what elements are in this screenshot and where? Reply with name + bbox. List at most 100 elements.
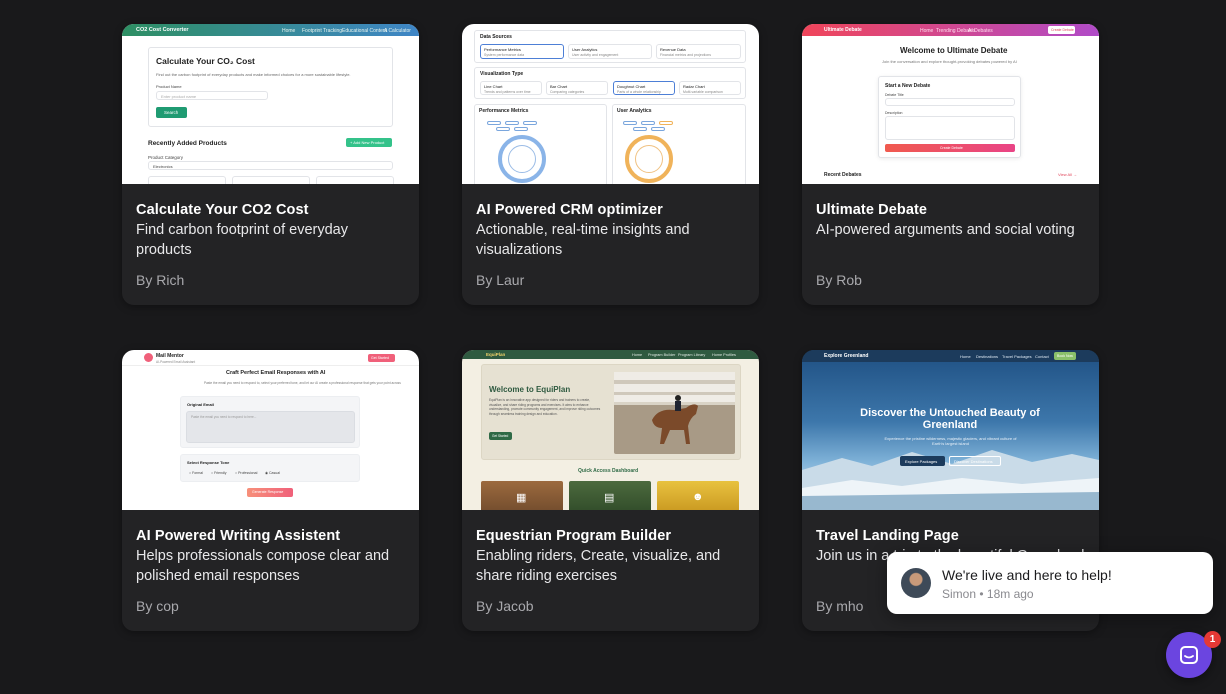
thumb-heading: Welcome to Ultimate Debate bbox=[900, 46, 1008, 55]
card-author: By mho bbox=[816, 598, 864, 614]
thumb-option-sub: System performance data bbox=[484, 53, 525, 57]
thumb-heading: Craft Perfect Email Responses with AI bbox=[226, 370, 326, 376]
thumb-subtext: Experience the pristine wilderness, maje… bbox=[884, 436, 1017, 446]
card-description: Find carbon footprint of everyday produc… bbox=[136, 222, 348, 258]
thumb-button-label: + Add New Product bbox=[350, 140, 385, 145]
thumb-section-title: Data Sources bbox=[480, 34, 512, 40]
thumb-subtext: Paste the email you need to respond to, … bbox=[204, 381, 401, 385]
thumb-button-label: Search bbox=[164, 110, 179, 115]
thumb-panel-title: Performance Metrics bbox=[479, 108, 529, 114]
thumb-viz-option: Bar Chart Comparing categories bbox=[546, 81, 608, 95]
thumb-nav-link: Program Library bbox=[678, 352, 706, 357]
thumb-product-card bbox=[316, 176, 394, 184]
card-title: Ultimate Debate bbox=[816, 202, 928, 218]
thumb-primary-button: Explore Packages bbox=[900, 456, 945, 466]
project-card-equiplan[interactable]: EquiPlan Home Program Builder Program Li… bbox=[462, 350, 759, 631]
thumb-nav-link: Home bbox=[282, 27, 296, 34]
project-card-debate[interactable]: Ultimate Debate Home Trending Debates AI… bbox=[802, 24, 1099, 305]
thumb-field-label: Original Email bbox=[187, 402, 214, 407]
thumb-nav-link: Home bbox=[960, 353, 971, 359]
thumb-select: Electronics bbox=[148, 161, 393, 170]
thumb-dashboard-tile: ☻ bbox=[657, 481, 739, 510]
thumb-option-name: Performance Metrics bbox=[484, 47, 521, 52]
thumb-field-label: Select Response Tone bbox=[187, 460, 230, 465]
project-thumbnail: Explore Greenland Home Destinations Trav… bbox=[802, 350, 1099, 510]
thumb-option-sub: Financial metrics and projections bbox=[660, 53, 711, 57]
project-thumbnail: CO2 Cost Converter Home Footprint Tracki… bbox=[122, 24, 419, 184]
book-icon: ▤ bbox=[604, 492, 615, 504]
thumb-tone-option: ○ Formal bbox=[189, 471, 203, 475]
thumb-brand: Mail Mentor bbox=[156, 353, 184, 359]
thumb-secondary-button: Discover Destinations bbox=[949, 456, 1001, 466]
thumb-placeholder: Paste the email you need to respond to h… bbox=[191, 415, 257, 419]
card-title: Travel Landing Page bbox=[816, 528, 959, 544]
project-card-co2[interactable]: CO2 Cost Converter Home Footprint Tracki… bbox=[122, 24, 419, 305]
thumb-option-sub: Multi-variable comparison bbox=[683, 90, 723, 94]
thumb-nav-button: Create Debate bbox=[1048, 26, 1075, 34]
thumb-tone-option: ○ Friendly bbox=[211, 471, 227, 475]
card-title: Calculate Your CO2 Cost bbox=[136, 202, 309, 218]
thumb-input bbox=[885, 98, 1015, 106]
thumb-legend-chip bbox=[633, 127, 647, 131]
thumb-product-card bbox=[148, 176, 226, 184]
thumb-subtext: Find out the carbon footprint of everyda… bbox=[156, 72, 351, 77]
thumb-horse-photo bbox=[614, 372, 735, 454]
thumb-viz-option: Line Chart Trends and patterns over time bbox=[480, 81, 542, 95]
thumb-section-title: Visualization Type bbox=[480, 71, 524, 77]
thumb-dashboard-tile: ▤ bbox=[569, 481, 651, 510]
thumb-placeholder: Enter product name bbox=[161, 94, 197, 99]
thumb-option-name: Bar Chart bbox=[550, 84, 568, 89]
thumb-brand: Explore Greenland bbox=[824, 353, 869, 359]
thumb-section-title: Recent Debates bbox=[824, 172, 862, 178]
meta-separator: • bbox=[979, 587, 987, 601]
thumb-add-button: + Add New Product bbox=[346, 138, 392, 147]
thumb-generate-button: Generate Response bbox=[247, 488, 293, 497]
users-icon: ☻ bbox=[692, 491, 704, 503]
thumb-doughnut-inner bbox=[508, 145, 536, 173]
thumb-option-name: Radar Chart bbox=[683, 84, 705, 89]
thumb-navbar: Explore Greenland Home Destinations Trav… bbox=[802, 350, 1099, 362]
thumb-nav-link: Footprint Tracking bbox=[302, 27, 343, 34]
thumb-nav-link: Program Builder bbox=[648, 352, 676, 357]
thumb-legend-chip bbox=[651, 127, 665, 131]
card-author: By Rich bbox=[136, 272, 185, 288]
card-description: Helps professionals compose clear and po… bbox=[136, 548, 390, 584]
chat-meta: Simon • 18m ago bbox=[942, 587, 1034, 601]
card-author: By Rob bbox=[816, 272, 862, 288]
card-body: Equestrian Program Builder Enabling ride… bbox=[476, 526, 747, 586]
thumb-link: View All → bbox=[1058, 172, 1078, 177]
glacier-illustration bbox=[802, 450, 1099, 510]
card-description: Enabling riders, Create, visualize, and … bbox=[476, 548, 721, 584]
thumb-field-label: Product Name bbox=[156, 84, 182, 89]
card-body: AI Powered Writing Assistent Helps profe… bbox=[136, 526, 407, 586]
thumb-legend-chip bbox=[623, 121, 637, 125]
card-description: Actionable, real-time insights and visua… bbox=[476, 222, 690, 258]
card-body: Calculate Your CO2 Cost Find carbon foot… bbox=[136, 200, 407, 260]
thumb-email-panel: Original Email Paste the email you need … bbox=[180, 396, 360, 448]
thumb-legend-chip bbox=[514, 127, 528, 131]
thumb-textarea: Paste the email you need to respond to h… bbox=[186, 411, 355, 443]
thumb-nav-button: Book Now bbox=[1054, 352, 1076, 360]
thumb-field-label: Debate Title bbox=[885, 93, 904, 97]
thumb-button-label: Generate Response bbox=[252, 490, 284, 494]
agent-avatar bbox=[901, 568, 931, 598]
thumb-subtext: Join the conversation and explore though… bbox=[882, 59, 1017, 64]
thumb-nav-link: Travel Packages bbox=[1002, 353, 1032, 359]
thumb-legend-chip bbox=[505, 121, 519, 125]
project-thumbnail: Mail Mentor AI-Powered Email Assistant G… bbox=[122, 350, 419, 510]
chat-icon bbox=[1180, 646, 1198, 664]
project-card-mail[interactable]: Mail Mentor AI-Powered Email Assistant G… bbox=[122, 350, 419, 631]
thumb-form-title: Start a New Debate bbox=[885, 83, 931, 89]
thumb-hero-panel: Welcome to EquiPlan EquiPlan is an innov… bbox=[481, 364, 741, 460]
thumb-filter-label: Product Category bbox=[148, 155, 184, 160]
project-card-crm[interactable]: Data Sources Performance Metrics System … bbox=[462, 24, 759, 305]
thumb-option-name: Line Chart bbox=[484, 84, 503, 89]
chat-sender: Simon bbox=[942, 587, 977, 601]
thumb-input: Enter product name bbox=[156, 91, 268, 100]
card-body: Ultimate Debate AI-powered arguments and… bbox=[816, 200, 1087, 240]
thumb-button-label: Explore Packages bbox=[905, 458, 938, 464]
thumb-brand: Ultimate Debate bbox=[824, 27, 862, 33]
thumb-option-name: Revenue Data bbox=[660, 47, 686, 52]
thumb-viz-panel: Visualization Type Line Chart Trends and… bbox=[474, 67, 746, 99]
chat-notification[interactable]: We're live and here to help! Simon • 18m… bbox=[887, 552, 1213, 614]
